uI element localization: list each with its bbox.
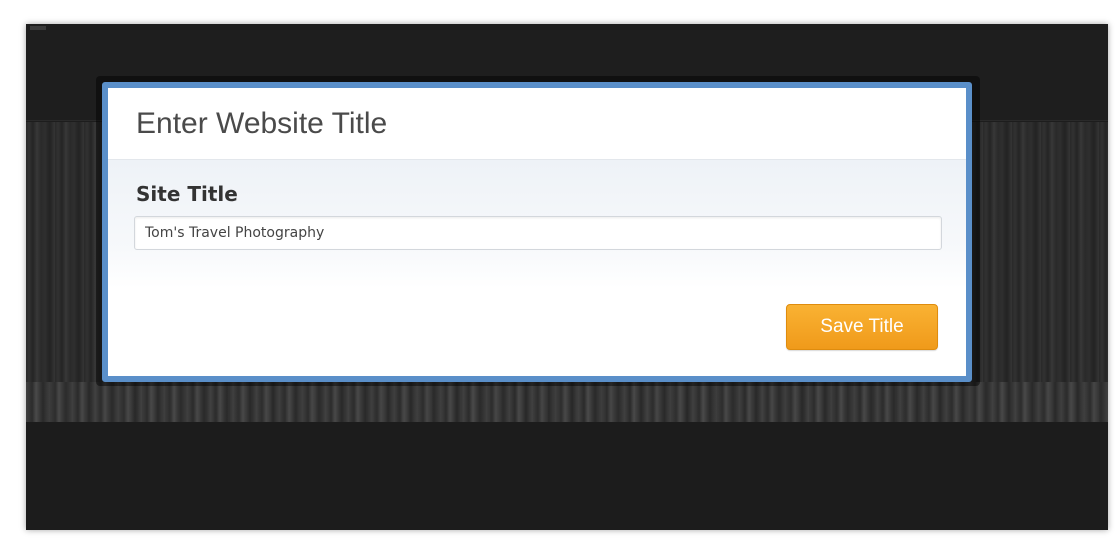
save-title-button[interactable]: Save Title: [786, 304, 938, 350]
dialog-footer: Save Title: [108, 288, 966, 376]
dialog-header: Enter Website Title: [108, 88, 966, 160]
website-title-dialog: Enter Website Title Site Title Save Titl…: [102, 82, 972, 382]
site-title-label: Site Title: [136, 182, 238, 206]
site-title-input[interactable]: [134, 216, 942, 250]
site-footer-background: [26, 422, 1108, 530]
dialog-title: Enter Website Title: [136, 106, 388, 140]
dialog-body: Site Title: [108, 160, 966, 288]
header-text-fragment: [30, 26, 46, 30]
browser-viewport: Enter Website Title Site Title Save Titl…: [26, 24, 1108, 530]
